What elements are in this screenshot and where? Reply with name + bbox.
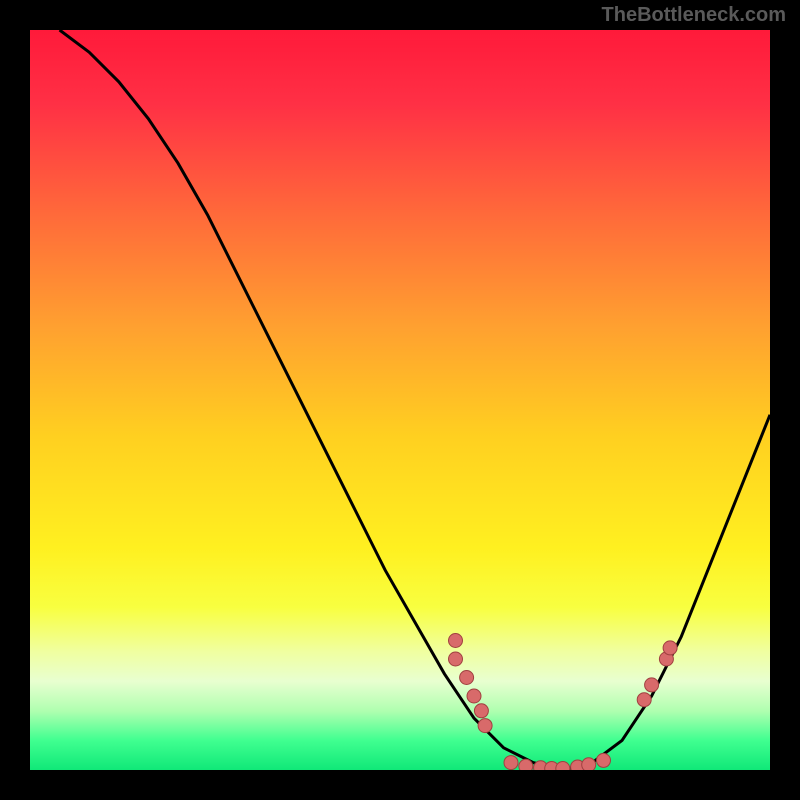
chart-svg <box>30 30 770 770</box>
curve-marker <box>478 719 492 733</box>
curve-marker <box>467 689 481 703</box>
curve-marker <box>663 641 677 655</box>
curve-marker <box>474 704 488 718</box>
curve-marker <box>597 753 611 767</box>
curve-marker <box>449 652 463 666</box>
curve-marker <box>504 756 518 770</box>
watermark-text: TheBottleneck.com <box>602 4 786 27</box>
curve-marker <box>449 634 463 648</box>
curve-marker <box>582 758 596 770</box>
curve-marker <box>645 678 659 692</box>
curve-marker <box>519 759 533 770</box>
curve-marker <box>556 762 570 771</box>
curve-markers <box>449 634 678 771</box>
chart-area <box>30 30 770 770</box>
curve-marker <box>637 693 651 707</box>
curve-marker <box>460 671 474 685</box>
